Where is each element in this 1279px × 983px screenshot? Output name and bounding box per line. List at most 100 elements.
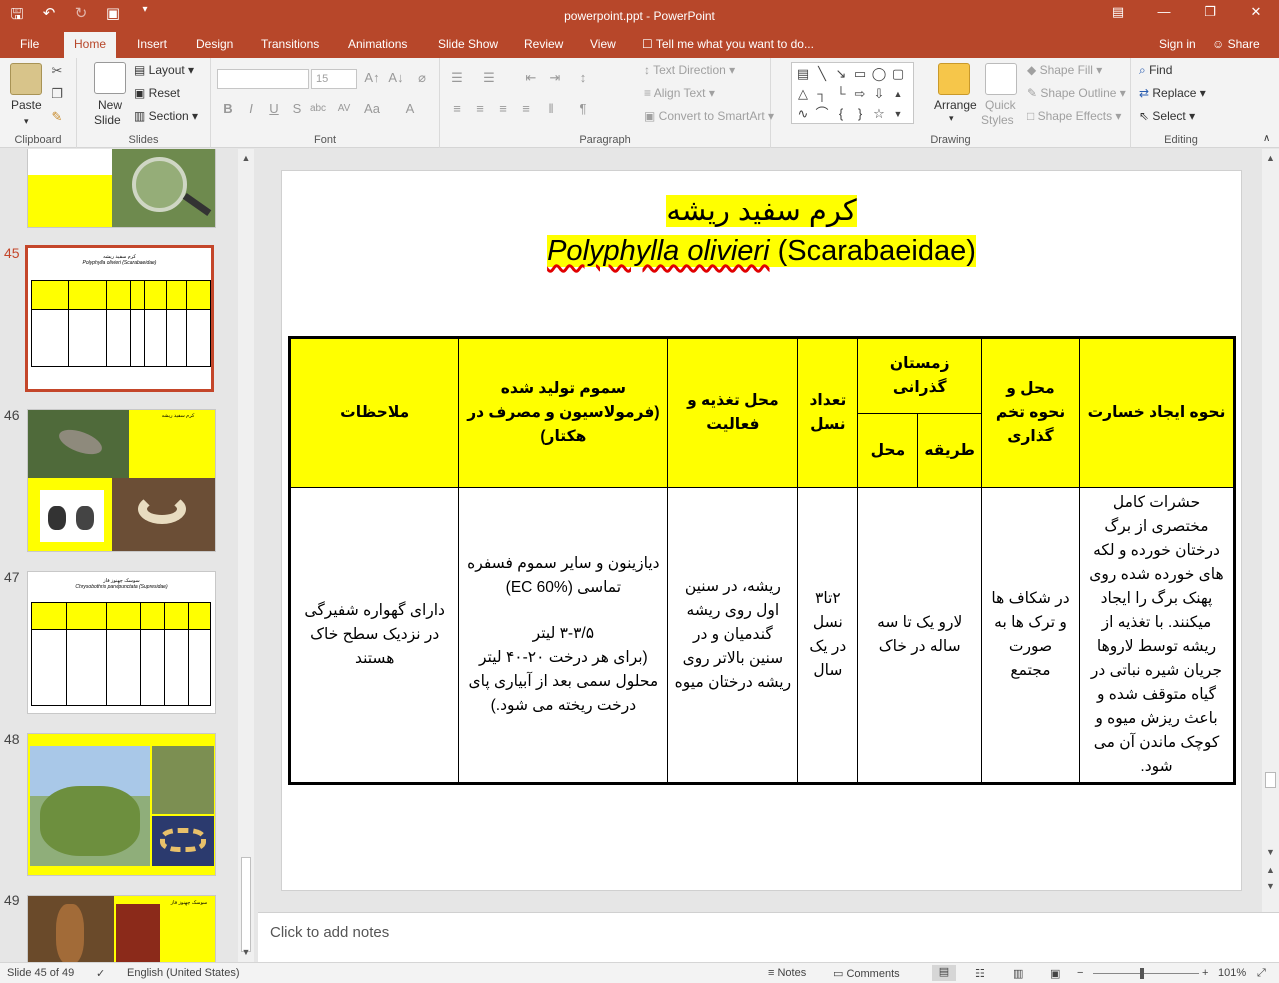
shapes-gallery[interactable]: ▤ ╲ ↘ ▭ ◯ ▢ △ ┐ └ ⇨ ⇩ ▲ ∿ ⌒{} ☆ ▼ xyxy=(791,62,914,124)
scrollbar-thumb[interactable] xyxy=(1265,772,1276,788)
collapse-ribbon-icon[interactable]: ∧ xyxy=(1263,133,1270,144)
tab-view[interactable]: View xyxy=(580,32,626,58)
restore-icon[interactable]: ❐ xyxy=(1187,0,1233,28)
arrange-icon[interactable] xyxy=(938,63,970,95)
strikethrough-icon[interactable]: abc xyxy=(309,100,327,118)
new-slide-icon[interactable] xyxy=(94,62,126,94)
tab-slide-show[interactable]: Slide Show xyxy=(428,32,508,58)
zoom-slider-knob[interactable] xyxy=(1140,968,1144,979)
align-text-button[interactable]: ≡ Align Text ▾ xyxy=(644,86,715,100)
select-button[interactable]: ⇖ Select ▾ xyxy=(1139,109,1195,123)
cut-icon[interactable]: ✂ xyxy=(48,62,66,80)
bullets-icon[interactable]: ☰ xyxy=(448,69,466,87)
slide-thumbnail-46[interactable]: کرم سفید ریشه xyxy=(27,409,216,552)
font-size-select[interactable]: 15 xyxy=(311,69,357,89)
rounded-rect-shape-icon[interactable]: ▢ xyxy=(889,65,907,84)
align-center-icon[interactable]: ≡ xyxy=(471,100,489,118)
tab-review[interactable]: Review xyxy=(514,32,573,58)
slide-thumbnail-45[interactable]: کرم سفید ریشه Polyphylla olivieri (Scara… xyxy=(25,245,214,392)
zoom-level[interactable]: 101% xyxy=(1218,967,1246,979)
rtl-icon[interactable]: ¶ xyxy=(574,100,592,118)
paste-icon[interactable] xyxy=(10,63,42,95)
textbox-shape-icon[interactable]: ▤ xyxy=(794,65,812,84)
next-slide-icon[interactable]: ▼ xyxy=(1262,881,1279,891)
quick-styles-button-line2[interactable]: Styles xyxy=(981,113,1014,127)
close-icon[interactable]: ✕ xyxy=(1233,0,1279,28)
decrease-indent-icon[interactable]: ⇤ xyxy=(522,69,540,87)
slide-thumbnail-48[interactable] xyxy=(27,733,216,876)
comments-toggle[interactable]: ▭ Comments xyxy=(833,967,900,980)
new-slide-button[interactable]: New xyxy=(98,98,122,112)
section-button[interactable]: ▥ Section ▾ xyxy=(134,109,198,123)
arrange-button[interactable]: Arrange xyxy=(934,98,977,112)
normal-view-icon[interactable]: ▤ xyxy=(932,965,956,981)
bold-icon[interactable]: B xyxy=(219,100,237,118)
line-shape-icon[interactable]: ╲ xyxy=(813,65,831,84)
align-right-icon[interactable]: ≡ xyxy=(494,100,512,118)
replace-button[interactable]: ⇄ Replace ▾ xyxy=(1139,86,1206,100)
find-button[interactable]: ⌕ Find xyxy=(1139,63,1172,78)
italic-icon[interactable]: I xyxy=(242,100,260,118)
numbering-icon[interactable]: ☰ xyxy=(480,69,498,87)
shape-effects-button[interactable]: □ Shape Effects ▾ xyxy=(1027,109,1121,123)
pest-info-table[interactable]: نحوه ایجاد خسارت محل و نحوه تخم گذاری زم… xyxy=(288,336,1236,785)
change-case-icon[interactable]: Aa xyxy=(363,100,381,118)
notes-placeholder[interactable]: Click to add notes xyxy=(270,924,389,941)
zoom-in-icon[interactable]: + xyxy=(1202,967,1208,979)
convert-smartart-button[interactable]: ▣ Convert to SmartArt ▾ xyxy=(644,109,774,123)
curve-shape-icon[interactable]: ⌒ xyxy=(813,105,831,124)
current-slide[interactable]: کرم سفید ریشه Polyphylla olivieri (Scara… xyxy=(281,170,1242,891)
grow-font-icon[interactable]: A↑ xyxy=(363,69,381,87)
language-status[interactable]: English (United States) xyxy=(127,967,240,979)
tab-transitions[interactable]: Transitions xyxy=(251,32,329,58)
tell-me-box[interactable]: ☐ Tell me what you want to do... xyxy=(642,32,814,56)
line-spacing-icon[interactable]: ↕ xyxy=(574,69,592,87)
rectangle-shape-icon[interactable]: ▭ xyxy=(851,65,869,84)
paste-button[interactable]: Paste xyxy=(11,98,42,112)
underline-icon[interactable]: U xyxy=(265,100,283,118)
slide-thumbnail-49[interactable]: سوسک چهنوز فاز xyxy=(27,895,216,962)
star-shape-icon[interactable]: ☆ xyxy=(870,105,888,124)
oval-shape-icon[interactable]: ◯ xyxy=(870,65,888,84)
freeform-shape-icon[interactable]: ∿ xyxy=(794,105,812,124)
editor-scrollbar[interactable]: ▲ ▼ ▲ ▼ xyxy=(1262,149,1279,912)
arrange-dropdown-icon[interactable]: ▾ xyxy=(949,113,954,124)
triangle-shape-icon[interactable]: △ xyxy=(794,85,812,104)
right-arrow-shape-icon[interactable]: ⇨ xyxy=(851,85,869,104)
tab-file[interactable]: File xyxy=(10,32,49,58)
sign-in-link[interactable]: Sign in xyxy=(1159,32,1196,56)
font-name-select[interactable] xyxy=(217,69,309,89)
slide-title-persian[interactable]: کرم سفید ریشه xyxy=(282,193,1241,228)
arrow-line-shape-icon[interactable]: ↘ xyxy=(832,65,850,84)
elbow-connector-shape-icon[interactable]: └ xyxy=(832,85,850,104)
more-shapes-down-icon[interactable]: ▼ xyxy=(889,105,907,124)
scroll-up-icon[interactable]: ▲ xyxy=(1262,153,1279,163)
previous-slide-icon[interactable]: ▲ xyxy=(1262,865,1279,875)
tab-design[interactable]: Design xyxy=(186,32,243,58)
format-painter-icon[interactable]: ✎ xyxy=(48,108,66,126)
minimize-icon[interactable]: — xyxy=(1141,0,1187,28)
align-left-icon[interactable]: ≡ xyxy=(448,100,466,118)
down-arrow-shape-icon[interactable]: ⇩ xyxy=(870,85,888,104)
left-brace-shape-icon[interactable]: { xyxy=(832,105,850,124)
spell-check-icon[interactable]: ✓ xyxy=(96,967,105,980)
ribbon-display-icon[interactable]: ▤ xyxy=(1095,0,1141,28)
slide-sorter-icon[interactable]: ☷ xyxy=(975,967,985,980)
tab-animations[interactable]: Animations xyxy=(338,32,417,58)
shadow-icon[interactable]: S xyxy=(288,100,306,118)
zoom-slider-track[interactable] xyxy=(1093,973,1199,974)
clear-formatting-icon[interactable]: ⌀ xyxy=(413,69,431,87)
tab-insert[interactable]: Insert xyxy=(127,32,177,58)
scrollbar-thumb[interactable] xyxy=(241,857,251,952)
scroll-down-icon[interactable]: ▼ xyxy=(238,947,254,957)
columns-icon[interactable]: ‖ xyxy=(542,100,560,118)
slide-title-latin[interactable]: Polyphylla olivieri (Scarabaeidae) xyxy=(282,235,1241,268)
quick-styles-icon[interactable] xyxy=(985,63,1017,95)
text-direction-button[interactable]: ↕ Text Direction ▾ xyxy=(644,63,735,77)
character-spacing-icon[interactable]: AV xyxy=(335,100,353,118)
layout-button[interactable]: ▤ Layout ▾ xyxy=(134,63,194,77)
shape-fill-button[interactable]: ◆ Shape Fill ▾ xyxy=(1027,63,1102,77)
font-color-icon[interactable]: A xyxy=(401,100,419,118)
connector-shape-icon[interactable]: ┐ xyxy=(813,85,831,104)
shape-outline-button[interactable]: ✎ Shape Outline ▾ xyxy=(1027,86,1126,100)
